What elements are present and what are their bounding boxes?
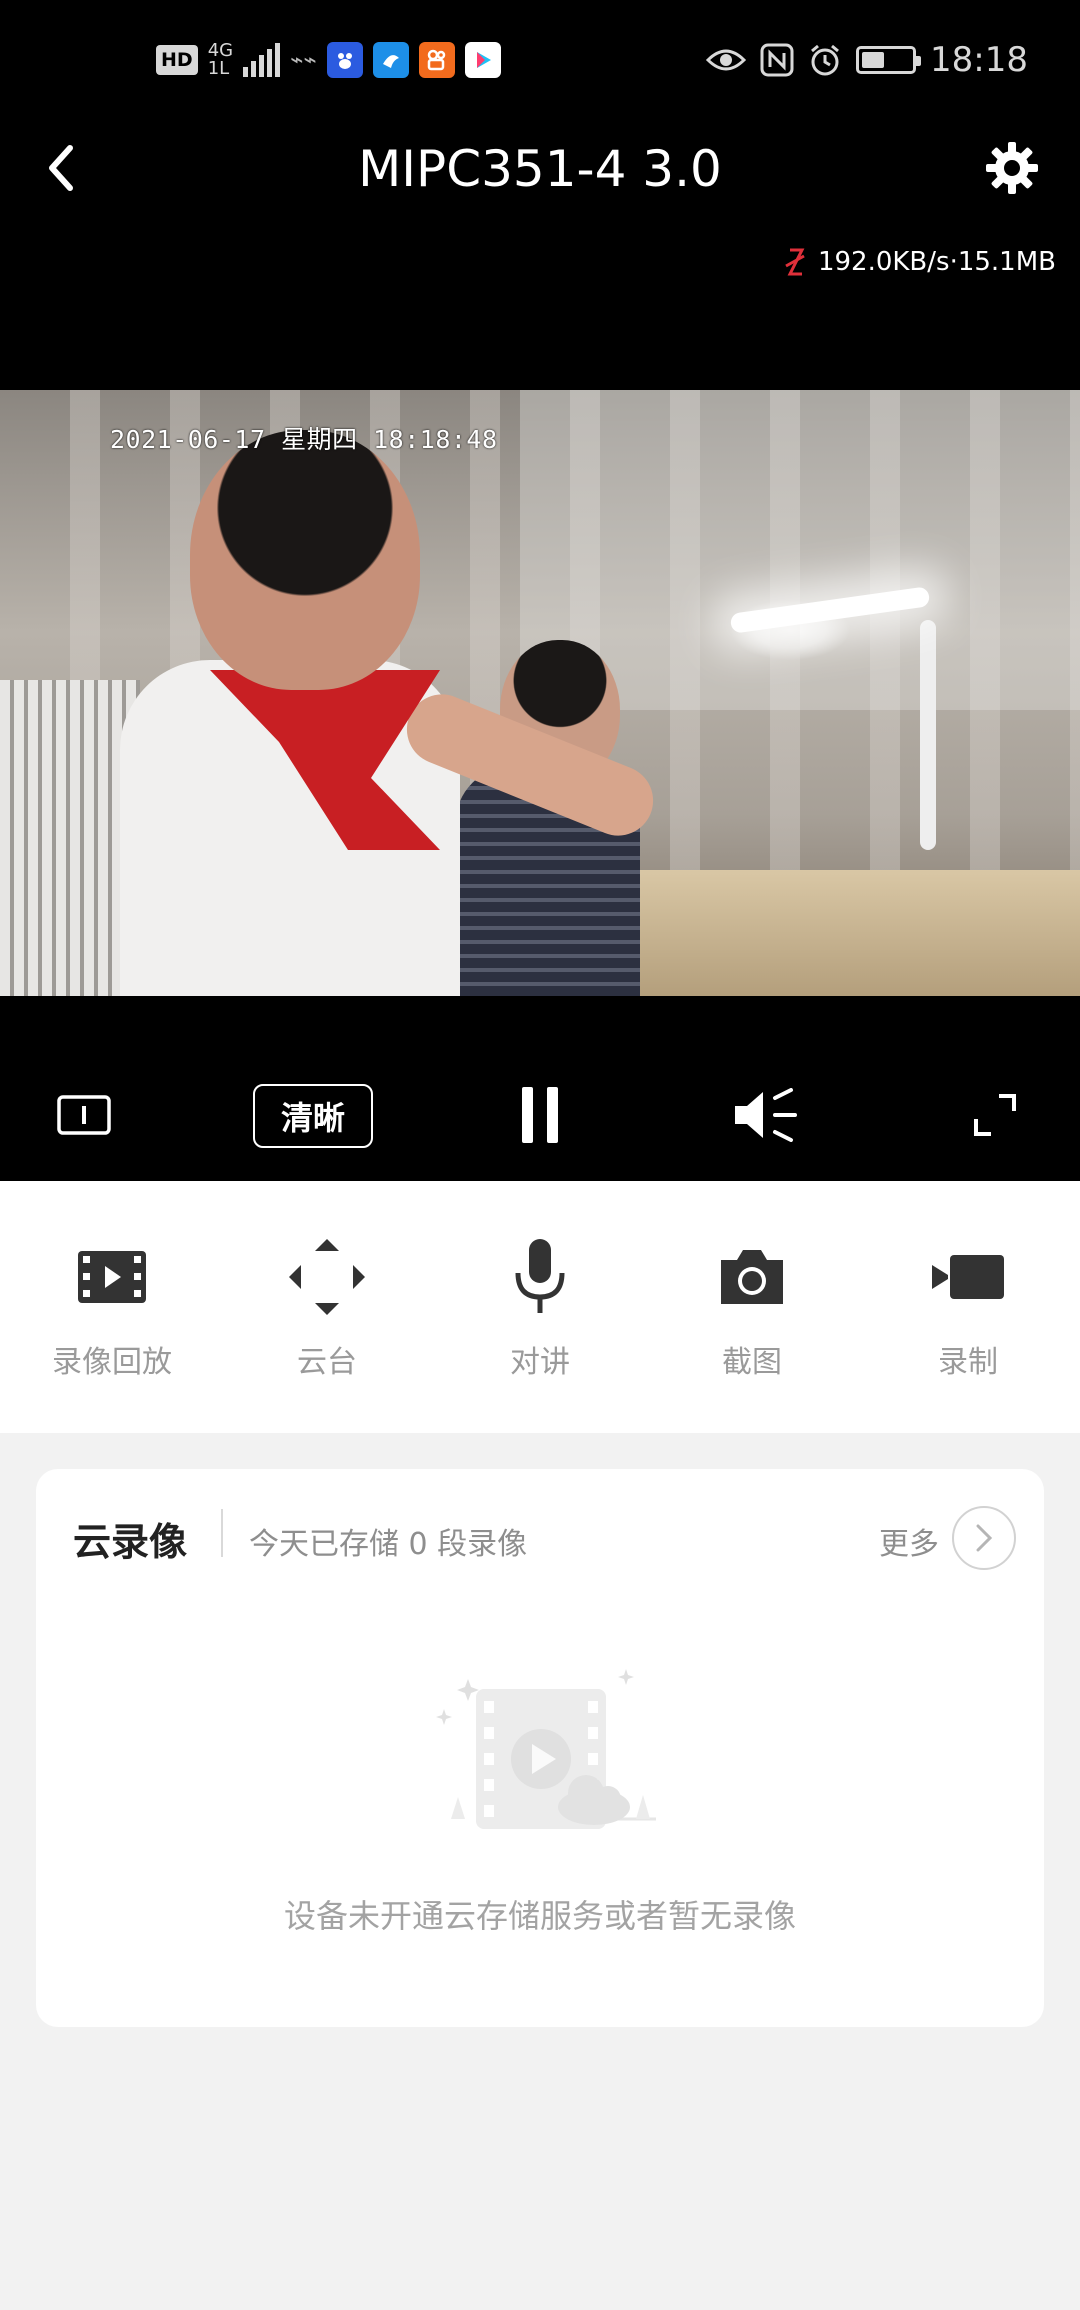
- baidu-app-icon: [326, 42, 363, 78]
- action-screenshot[interactable]: 截图: [652, 1237, 852, 1381]
- page-title: MIPC351-4 3.0: [358, 140, 722, 198]
- transfer-rate-icon: [785, 248, 805, 276]
- action-playback[interactable]: 录像回放: [12, 1237, 212, 1381]
- video-record-icon: [928, 1237, 1008, 1317]
- action-record[interactable]: 录制: [868, 1237, 1068, 1381]
- speaker-mute-icon: [735, 1088, 797, 1142]
- chevron-right-icon: [976, 1524, 993, 1552]
- child-large: [190, 430, 420, 690]
- action-talk[interactable]: 对讲: [440, 1237, 640, 1381]
- hd-indicator: HD: [156, 45, 198, 75]
- fullscreen-icon: [974, 1094, 1016, 1136]
- data-rate-text: 192.0KB/s·15.1MB: [817, 247, 1056, 277]
- kuaishou-app-icon: [418, 42, 455, 78]
- video-feed[interactable]: 2021-06-17 星期四 18:18:48: [0, 390, 1080, 996]
- settings-button[interactable]: [984, 140, 1040, 196]
- video-timestamp: 2021-06-17 星期四 18:18:48: [110, 425, 498, 454]
- camera-icon: [712, 1237, 792, 1317]
- radiator: [0, 680, 140, 996]
- more-link[interactable]: 更多: [879, 1519, 939, 1563]
- pause-button[interactable]: [510, 1080, 570, 1150]
- empty-message: 设备未开通云存储服务或者暂无录像: [283, 1897, 796, 1935]
- pause-icon: [522, 1087, 558, 1143]
- divider: [221, 1509, 223, 1557]
- cloud-recording-card: 云录像 今天已存储 0 段录像 更多 设备未开通云存储服务或者暂无录像: [36, 1469, 1044, 2027]
- more-button[interactable]: [952, 1506, 1016, 1570]
- status-bar: HD 4G 1L ⌁⌁ 18:18: [0, 0, 1080, 126]
- action-bar: 录像回放 云台 对讲 截图 录制: [0, 1181, 1080, 1433]
- data-rate: 192.0KB/s·15.1MB: [784, 247, 1056, 277]
- status-left: HD 4G 1L ⌁⌁: [156, 42, 501, 78]
- mute-button[interactable]: [732, 1080, 798, 1150]
- signal-2-icon: ⌁⌁: [290, 47, 317, 73]
- status-time: 18:18: [930, 40, 1028, 80]
- empty-video-illustration: [436, 1669, 666, 1849]
- fox-app-icon: [372, 42, 409, 78]
- status-right: 18:18: [706, 40, 1028, 80]
- action-ptz[interactable]: 云台: [227, 1237, 427, 1381]
- quality-button[interactable]: 清晰: [253, 1084, 373, 1148]
- fullscreen-button[interactable]: [970, 1080, 1020, 1150]
- gear-icon: [986, 142, 1038, 194]
- signal-icon: [243, 43, 281, 77]
- card-subtitle: 今天已存储 0 段录像: [249, 1527, 528, 1562]
- info-box-icon: [57, 1095, 111, 1135]
- direction-arrows-icon: [287, 1237, 367, 1317]
- eye-icon: [706, 49, 747, 71]
- film-icon: [72, 1237, 152, 1317]
- nfc-icon: [760, 43, 794, 77]
- network-type: 4G 1L: [207, 40, 234, 79]
- alarm-icon: [811, 44, 839, 76]
- youku-app-icon: [464, 42, 501, 78]
- card-title: 云录像: [73, 1520, 188, 1564]
- battery-icon: [856, 46, 922, 74]
- info-button[interactable]: [56, 1080, 112, 1150]
- microphone-icon: [500, 1237, 580, 1317]
